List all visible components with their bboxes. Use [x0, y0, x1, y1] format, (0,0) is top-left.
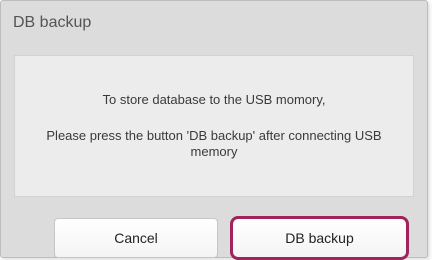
cancel-button[interactable]: Cancel [54, 218, 218, 258]
message-line-1: To store database to the USB momory, [102, 92, 326, 107]
db-backup-dialog: DB backup To store database to the USB m… [0, 0, 428, 260]
message-line-2: Please press the button 'DB backup' afte… [46, 128, 382, 159]
message-panel: To store database to the USB momory, Ple… [14, 55, 414, 197]
db-backup-button[interactable]: DB backup [230, 216, 409, 260]
dialog-title: DB backup [13, 14, 92, 31]
